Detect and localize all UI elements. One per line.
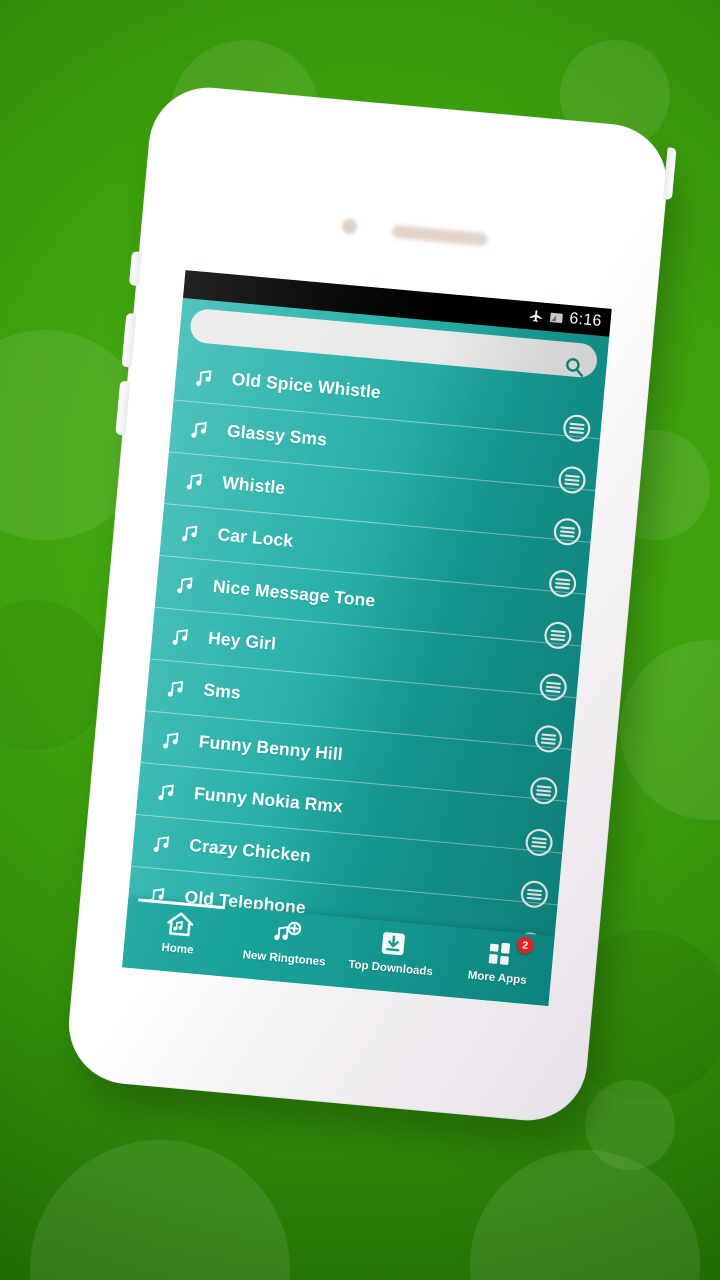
list-item-title: Funny Nokia Rmx bbox=[193, 783, 344, 817]
apps-grid-icon bbox=[483, 937, 516, 970]
music-note-icon bbox=[163, 673, 191, 701]
list-item-title: Nice Message Tone bbox=[212, 575, 377, 611]
front-camera bbox=[341, 218, 358, 235]
list-item-title: Sms bbox=[202, 679, 242, 703]
airplane-mode-icon bbox=[528, 308, 544, 324]
nav-item-home[interactable]: Home bbox=[122, 897, 235, 976]
list-item-title: Hey Girl bbox=[207, 627, 277, 654]
nav-item-new-ringtones[interactable]: New Ringtones bbox=[229, 907, 342, 986]
music-note-icon bbox=[172, 570, 200, 598]
nav-item-top-downloads[interactable]: Top Downloads bbox=[335, 917, 448, 996]
list-item-title: Funny Benny Hill bbox=[197, 731, 344, 765]
bokeh-circle bbox=[30, 1140, 290, 1280]
status-clock: 6:16 bbox=[568, 310, 603, 330]
list-item-title: Glassy Sms bbox=[226, 420, 328, 450]
ringtone-app: Old Spice Whistle Glassy Sms Whistle Car… bbox=[122, 297, 610, 1006]
download-icon bbox=[377, 927, 410, 960]
bokeh-circle bbox=[585, 1080, 675, 1170]
nav-item-label: Top Downloads bbox=[347, 958, 434, 979]
list-item-title: Crazy Chicken bbox=[188, 834, 312, 866]
add-ringtone-icon bbox=[270, 918, 303, 951]
phone-screen: 6:16 Old Spice Whistle Glassy Sms Whistl… bbox=[122, 270, 612, 1006]
silent-switch[interactable] bbox=[128, 251, 142, 286]
home-music-icon bbox=[163, 908, 196, 941]
nav-item-label: Home bbox=[160, 941, 194, 957]
music-note-icon bbox=[191, 363, 219, 391]
list-item-title: Whistle bbox=[221, 472, 287, 498]
music-note-icon bbox=[181, 466, 209, 494]
nav-item-label: More Apps bbox=[467, 969, 528, 987]
phone-body: 6:16 Old Spice Whistle Glassy Sms Whistl… bbox=[63, 82, 677, 1126]
music-note-icon bbox=[158, 725, 186, 753]
ringtone-list[interactable]: Old Spice Whistle Glassy Sms Whistle Car… bbox=[128, 348, 605, 937]
bokeh-circle bbox=[470, 1150, 700, 1280]
notification-badge: 2 bbox=[515, 935, 535, 955]
list-item-title: Old Spice Whistle bbox=[230, 368, 382, 403]
bokeh-circle bbox=[0, 600, 110, 750]
music-note-icon bbox=[167, 622, 195, 650]
earpiece-speaker bbox=[391, 224, 489, 247]
smartphone-mockup: 6:16 Old Spice Whistle Glassy Sms Whistl… bbox=[63, 82, 685, 1151]
music-note-icon bbox=[148, 829, 176, 857]
nav-item-more-apps[interactable]: More Apps 2 bbox=[442, 927, 555, 1006]
battery-icon bbox=[549, 311, 564, 324]
music-note-icon bbox=[186, 414, 214, 442]
music-note-icon bbox=[177, 518, 205, 546]
search-icon[interactable] bbox=[562, 355, 586, 379]
music-note-icon bbox=[153, 777, 181, 805]
list-item-title: Car Lock bbox=[216, 524, 295, 551]
nav-item-label: New Ringtones bbox=[242, 949, 326, 969]
